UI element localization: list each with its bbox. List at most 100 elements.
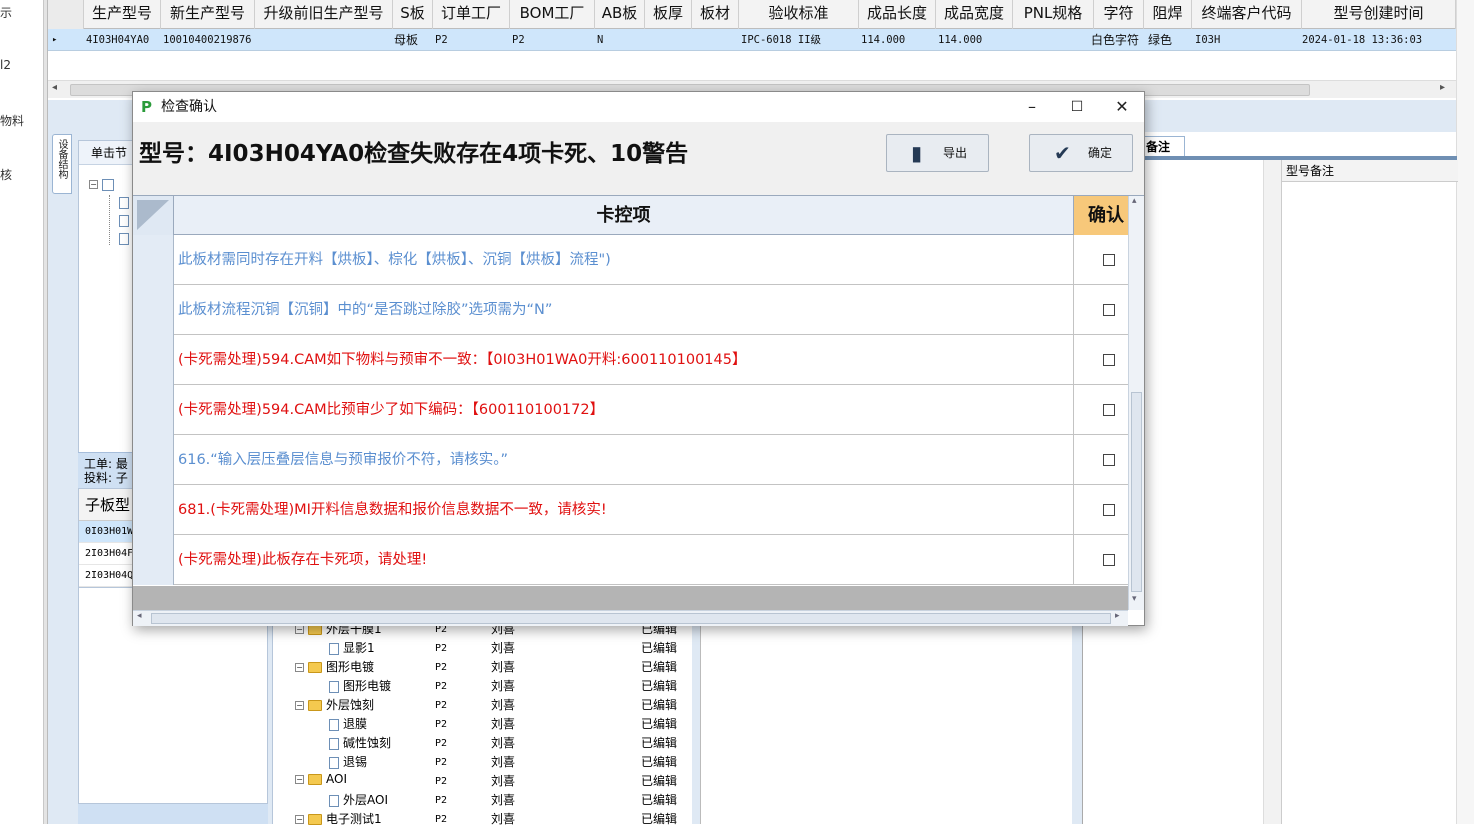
grid-header-cell[interactable]: 终端客户代码 — [1192, 0, 1302, 29]
confirm-checkbox[interactable] — [1103, 304, 1115, 316]
grid-header-cell[interactable]: 板厚 — [645, 0, 692, 29]
row-header[interactable] — [133, 385, 174, 435]
table-cell[interactable] — [257, 29, 393, 51]
export-button[interactable]: ▮ 导出 — [886, 134, 989, 172]
vertical-scrollbar[interactable] — [1263, 160, 1281, 824]
table-row[interactable]: 616.“输入层压叠层信息与预审报价不符，请核实。” — [133, 435, 1128, 485]
table-cell[interactable]: 绿色 — [1148, 29, 1192, 51]
grid-header-cell[interactable]: 型号备注 — [1282, 160, 1458, 182]
dialog-titlebar[interactable]: P 检查确认 – ☐ ✕ — [133, 92, 1144, 122]
col-control-items[interactable]: 卡控项 — [174, 196, 1073, 235]
grid-header-cell[interactable]: 新生产型号 — [161, 0, 255, 29]
grid-header-cell[interactable]: 生产型号 — [84, 0, 161, 29]
tree-node-icon[interactable] — [119, 195, 133, 209]
tree-row[interactable]: 图形电镀 P2 刘喜 已编辑 — [273, 677, 693, 696]
table-row[interactable]: 681.(卡死需处理)MI开料信息数据和报价信息数据不一致，请核实! — [133, 485, 1128, 535]
table-cell[interactable] — [1015, 29, 1094, 51]
table-cell[interactable]: P2 — [435, 29, 510, 51]
table-cell[interactable]: IPC-6018 II级 — [741, 29, 859, 51]
tree-expand-icon[interactable]: − — [89, 177, 118, 191]
tree-node-icon[interactable] — [119, 231, 133, 245]
left-nav-item[interactable]: 核 — [0, 166, 12, 183]
table-cell[interactable]: I03H — [1195, 29, 1302, 51]
col-confirm[interactable]: 确认 — [1073, 196, 1128, 235]
table-cell[interactable]: N — [597, 29, 645, 51]
confirm-checkbox[interactable] — [1103, 504, 1115, 516]
grid-corner — [48, 0, 84, 29]
confirm-button[interactable]: ✔ 确定 — [1029, 134, 1133, 172]
table-row[interactable]: 此板材流程沉铜【沉铜】中的“是否跳过除胶”选项需为“N” — [133, 285, 1128, 335]
minimize-icon[interactable]: – — [1009, 92, 1055, 122]
scrollbar-thumb[interactable] — [1131, 392, 1142, 592]
tree-row[interactable]: − 电子测试1 P2 刘喜 已编辑 — [273, 810, 693, 829]
left-nav-item[interactable]: l2 — [0, 58, 11, 72]
grid-header-cell[interactable]: 成品宽度 — [936, 0, 1013, 29]
confirm-checkbox[interactable] — [1103, 354, 1115, 366]
vertical-scrollbar[interactable] — [1456, 0, 1474, 824]
row-header[interactable] — [133, 535, 174, 585]
table-cell[interactable]: 白色字符 — [1091, 29, 1145, 51]
table-cell[interactable]: 114.000 — [861, 29, 936, 51]
maximize-icon[interactable]: ☐ — [1054, 92, 1100, 122]
folder-icon — [308, 662, 322, 673]
tree-row[interactable]: 外层AOI P2 刘喜 已编辑 — [273, 791, 693, 810]
grid-header-cell[interactable]: 板材 — [692, 0, 739, 29]
scroll-up-icon[interactable]: ▴ — [1132, 196, 1137, 206]
grid-header-cell[interactable]: 成品长度 — [859, 0, 936, 29]
table-row[interactable]: 此板材需同时存在开料【烘板】、棕化【烘板】、沉铜【烘板】流程") — [133, 235, 1128, 285]
table-cell[interactable]: 4I03H04YA0 — [86, 29, 161, 51]
grid-header-cell[interactable]: 验收标准 — [739, 0, 859, 29]
grid-header-cell[interactable]: 型号创建时间 — [1302, 0, 1456, 29]
table-cell[interactable]: 10010400219876 — [163, 29, 255, 51]
confirm-checkbox[interactable] — [1103, 404, 1115, 416]
table-row[interactable]: (卡死需处理)594.CAM比预审少了如下编码：【600110100172】 — [133, 385, 1128, 435]
grid-header-cell[interactable]: 阻焊 — [1144, 0, 1192, 29]
scroll-right-icon[interactable]: ▸ — [1440, 82, 1445, 93]
tree-row[interactable]: 显影1 P2 刘喜 已编辑 — [273, 639, 693, 658]
grid-header-cell[interactable]: 字符 — [1094, 0, 1144, 29]
tab-device-structure[interactable]: 设备结构 — [52, 134, 72, 194]
scroll-down-icon[interactable]: ▾ — [1132, 594, 1137, 604]
table-row[interactable]: ▸ 4I03H04YA0 10010400219876 母板 P2 P2 N I… — [48, 29, 1456, 51]
grid-header-cell[interactable]: AB板 — [595, 0, 645, 29]
close-icon[interactable]: ✕ — [1099, 92, 1145, 122]
vertical-scrollbar[interactable]: ▴ ▾ — [1128, 196, 1144, 610]
row-header[interactable] — [133, 285, 174, 335]
row-header[interactable] — [133, 435, 174, 485]
row-header[interactable] — [133, 335, 174, 385]
table-cell[interactable]: 母板 — [394, 29, 432, 51]
scrollbar-thumb[interactable] — [151, 613, 1111, 624]
tree-node-icon[interactable] — [119, 213, 133, 227]
scroll-left-icon[interactable]: ◂ — [52, 82, 57, 93]
confirm-checkbox[interactable] — [1103, 254, 1115, 266]
tree-row[interactable]: 碱性蚀刻 P2 刘喜 已编辑 — [273, 734, 693, 753]
horizontal-scrollbar[interactable]: ◂ ▸ — [133, 610, 1128, 626]
grid-header-cell[interactable]: S板 — [393, 0, 433, 29]
table-cell[interactable]: P2 — [512, 29, 595, 51]
tree-row[interactable]: − AOI P2 刘喜 已编辑 — [273, 772, 693, 791]
table-row[interactable]: (卡死需处理)此板存在卡死项，请处理! — [133, 535, 1128, 585]
grid-header-cell[interactable]: PNL规格 — [1013, 0, 1094, 29]
scroll-right-icon[interactable]: ▸ — [1115, 611, 1120, 621]
left-nav-item[interactable]: 物料 — [0, 112, 24, 129]
grid-header-cell[interactable]: 订单工厂 — [433, 0, 510, 29]
grid-header-cell[interactable]: BOM工厂 — [510, 0, 595, 29]
table-cell[interactable]: 2024-01-18 13:36:03 — [1302, 29, 1456, 51]
confirm-checkbox[interactable] — [1103, 554, 1115, 566]
tree-row[interactable]: − 图形电镀 P2 刘喜 已编辑 — [273, 658, 693, 677]
table-cell[interactable] — [694, 29, 739, 51]
left-nav-item[interactable]: 示 — [0, 4, 12, 21]
scroll-left-icon[interactable]: ◂ — [137, 611, 142, 621]
select-all-corner[interactable] — [133, 196, 174, 235]
row-header[interactable] — [133, 235, 174, 285]
tree-row[interactable]: 退锡 P2 刘喜 已编辑 — [273, 753, 693, 772]
tree-row[interactable]: − 外层蚀刻 P2 刘喜 已编辑 — [273, 696, 693, 715]
table-cell[interactable] — [647, 29, 692, 51]
row-header[interactable] — [133, 485, 174, 535]
tab-remarks[interactable]: 备注 — [1141, 136, 1185, 156]
tree-row[interactable]: 退膜 P2 刘喜 已编辑 — [273, 715, 693, 734]
grid-header-cell[interactable]: 升级前旧生产型号 — [255, 0, 393, 29]
table-cell[interactable]: 114.000 — [938, 29, 1013, 51]
confirm-checkbox[interactable] — [1103, 454, 1115, 466]
table-row[interactable]: (卡死需处理)594.CAM如下物料与预审不一致：【0I03H01WA0开料:6… — [133, 335, 1128, 385]
